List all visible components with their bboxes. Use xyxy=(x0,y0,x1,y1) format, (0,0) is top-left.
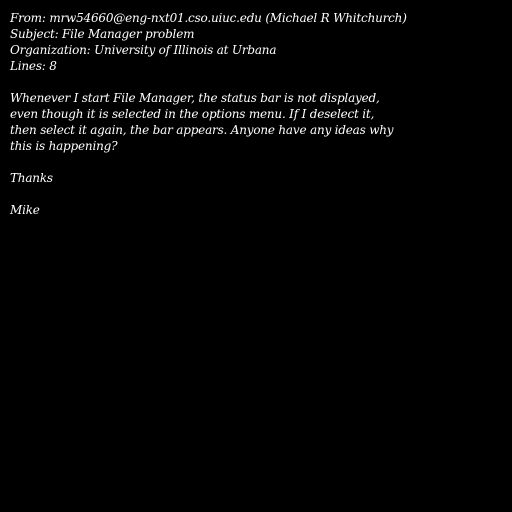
body-line: then select it again, the bar appears. A… xyxy=(10,123,394,137)
from-line: From: mrw54660@eng-nxt01.cso.uiuc.edu (M… xyxy=(10,11,407,25)
lines-count-line: Lines: 8 xyxy=(10,59,57,73)
subject-line: Subject: File Manager problem xyxy=(10,27,195,41)
email-message: From: mrw54660@eng-nxt01.cso.uiuc.edu (M… xyxy=(10,10,505,218)
body-line: this is happening? xyxy=(10,139,118,153)
organization-line: Organization: University of Illinois at … xyxy=(10,43,277,57)
message-body: Whenever I start File Manager, the statu… xyxy=(10,90,505,154)
message-header: From: mrw54660@eng-nxt01.cso.uiuc.edu (M… xyxy=(10,10,505,74)
signature-text: Mike xyxy=(10,203,40,217)
closing-text: Thanks xyxy=(10,171,53,185)
body-line: even though it is selected in the option… xyxy=(10,107,375,121)
body-line: Whenever I start File Manager, the statu… xyxy=(10,91,380,105)
